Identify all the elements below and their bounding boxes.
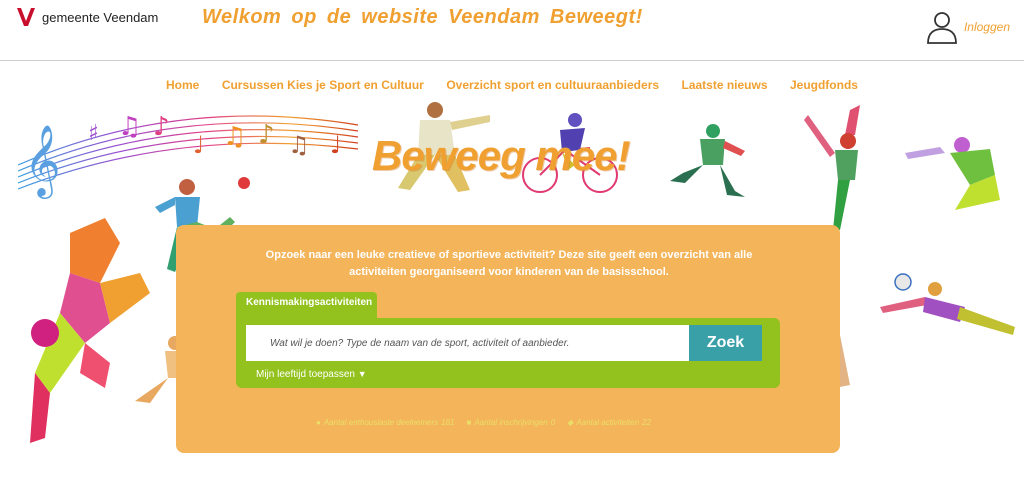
clipboard-icon: ■	[466, 418, 472, 427]
stat-registrations-value: 0	[550, 418, 556, 427]
search-button[interactable]: Zoek	[689, 325, 762, 361]
svg-text:♩: ♩	[330, 131, 341, 159]
login-button[interactable]: Inloggen	[926, 10, 1010, 44]
municipality-logo[interactable]: gemeente Veendam	[16, 6, 158, 28]
stat-registrations-label: Aantal inschrijvingen	[474, 418, 548, 427]
nav-courses[interactable]: Cursussen Kies je Sport en Cultuur	[222, 78, 424, 92]
stat-participants-label: Aantal enthousiaste deelnemers	[323, 418, 439, 427]
age-filter-toggle[interactable]: Mijn leeftijd toepassen ▼	[256, 369, 367, 380]
svg-text:𝄞: 𝄞	[24, 123, 61, 199]
nav-home[interactable]: Home	[166, 78, 199, 92]
age-filter-label: Mijn leeftijd toepassen	[256, 369, 355, 380]
search-input[interactable]	[246, 325, 690, 361]
main-nav: Home Cursussen Kies je Sport en Cultuur …	[0, 76, 1024, 94]
veendam-logo-icon	[17, 8, 35, 26]
svg-text:♫: ♫	[223, 122, 246, 152]
nav-providers[interactable]: Overzicht sport en cultuuraanbieders	[446, 78, 659, 92]
tag-icon: ◆	[567, 418, 574, 427]
stat-activities-label: Aantal activiteiten	[576, 418, 640, 427]
stat-participants-value: 181	[441, 418, 455, 427]
svg-text:♩: ♩	[193, 131, 204, 159]
nav-news[interactable]: Laatste nieuws	[681, 78, 767, 92]
logo-text: gemeente Veendam	[42, 9, 159, 25]
gymnast-illustration	[905, 137, 1000, 210]
svg-text:♯: ♯	[88, 121, 99, 146]
chevron-down-icon: ▼	[357, 369, 367, 379]
hero-slogan: Beweeg mee!	[372, 132, 630, 179]
tab-kennismakingsactiviteiten[interactable]: Kennismakingsactiviteiten	[236, 292, 377, 318]
stat-activities: ◆ Aantal activiteiten 22	[567, 418, 651, 427]
stat-registrations: ■ Aantal inschrijvingen 0	[467, 418, 556, 427]
person-icon: ●	[316, 418, 321, 427]
volleyball-player-illustration	[880, 273, 1015, 335]
search-panel: Opzoek naar een leuke creatieve of sport…	[176, 225, 840, 453]
user-icon	[927, 12, 957, 44]
ballet-dancer-illustration	[804, 105, 860, 230]
login-label: Inloggen	[963, 20, 1010, 34]
site-title: Welkom op de website Veendam Beweegt!	[202, 6, 643, 28]
svg-text:♫: ♫	[288, 131, 310, 159]
svg-text:♪: ♪	[258, 120, 275, 150]
pitcher-illustration	[670, 124, 745, 197]
intro-text: Opzoek naar een leuke creatieve of sport…	[265, 249, 753, 278]
stat-participants: ● Aantal enthousiaste deelnemers 181	[316, 418, 455, 427]
site-header: gemeente Veendam Welkom op de website Ve…	[0, 0, 1024, 61]
search-box: Zoek Mijn leeftijd toepassen ▼	[236, 318, 780, 388]
nav-youth-fund[interactable]: Jeugdfonds	[790, 78, 858, 92]
svg-text:♫: ♫	[118, 112, 141, 142]
stats-bar: ● Aantal enthousiaste deelnemers 181 ■ A…	[316, 418, 651, 427]
svg-text:♪: ♪	[153, 112, 170, 142]
stat-activities-value: 22	[642, 418, 651, 427]
